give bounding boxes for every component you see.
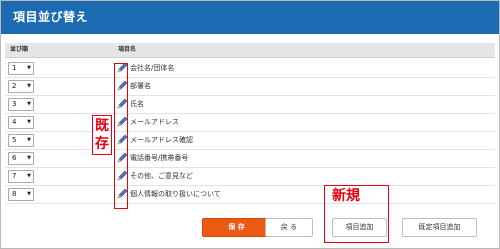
table-row: 4 ▼ メールアドレス: [5, 113, 495, 132]
chevron-down-icon: ▼: [27, 191, 31, 197]
column-header-item-name: 項目名: [118, 46, 137, 53]
item-name: 電話番号/携帯番号: [130, 154, 189, 162]
table-row: 7 ▼ その他、ご意見など: [5, 167, 495, 186]
existing-items-highlight: [114, 63, 128, 209]
table-row: 8 ▼ 個人情報の取り扱いについて: [5, 185, 495, 204]
order-value: 5: [12, 136, 17, 144]
table-row: 5 ▼ メールアドレス確認: [5, 131, 495, 150]
order-value: 7: [12, 172, 17, 180]
save-button[interactable]: 保 存: [202, 218, 271, 237]
order-select[interactable]: 4 ▼: [8, 116, 34, 129]
add-item-button[interactable]: 項目追加: [332, 218, 387, 237]
table-header: 並び順 項目名: [5, 43, 495, 58]
chevron-down-icon: ▼: [27, 83, 31, 89]
item-name: 部署名: [130, 82, 151, 90]
chevron-down-icon: ▼: [27, 65, 31, 71]
chevron-down-icon: ▼: [27, 137, 31, 143]
page-title: 項目並び替え: [13, 10, 89, 24]
order-select[interactable]: 7 ▼: [8, 170, 34, 183]
item-name: その他、ご意見など: [130, 172, 193, 180]
order-select[interactable]: 8 ▼: [8, 188, 34, 201]
item-name: メールアドレス: [130, 118, 179, 126]
order-value: 4: [12, 118, 17, 126]
chevron-down-icon: ▼: [27, 119, 31, 125]
chevron-down-icon: ▼: [27, 155, 31, 161]
order-value: 6: [12, 154, 17, 162]
table-row: 1 ▼ 会社名/団体名: [5, 59, 495, 78]
order-value: 2: [12, 82, 17, 90]
item-name: 個人情報の取り扱いについて: [130, 190, 221, 198]
existing-annotation: 既存: [92, 115, 112, 155]
chevron-down-icon: ▼: [27, 173, 31, 179]
table-row: 2 ▼ 部署名: [5, 77, 495, 96]
dialog-frame: 項目並び替え 並び順 項目名 1 ▼ 会社名/団体名 2 ▼ 部署名 3 ▼ 氏名 4…: [0, 0, 500, 249]
table-row: 6 ▼ 電話番号/携帯番号: [5, 149, 495, 168]
order-select[interactable]: 1 ▼: [8, 62, 34, 75]
item-name: 会社名/団体名: [130, 64, 175, 72]
table-row: 3 ▼ 氏名: [5, 95, 495, 114]
item-name: 氏名: [130, 100, 144, 108]
chevron-down-icon: ▼: [27, 101, 31, 107]
order-select[interactable]: 6 ▼: [8, 152, 34, 165]
order-select[interactable]: 3 ▼: [8, 98, 34, 111]
item-name: メールアドレス確認: [130, 136, 193, 144]
column-header-order: 並び順: [10, 46, 29, 53]
order-value: 3: [12, 100, 17, 108]
order-select[interactable]: 2 ▼: [8, 80, 34, 93]
add-standard-item-button[interactable]: 既定項目追加: [402, 218, 477, 237]
back-button[interactable]: 戻 る: [265, 218, 313, 237]
order-value: 1: [12, 64, 17, 72]
existing-annotation-label: 既存: [95, 118, 109, 152]
order-value: 8: [12, 190, 17, 198]
order-select[interactable]: 5 ▼: [8, 134, 34, 147]
title-bar: 項目並び替え: [1, 1, 499, 34]
